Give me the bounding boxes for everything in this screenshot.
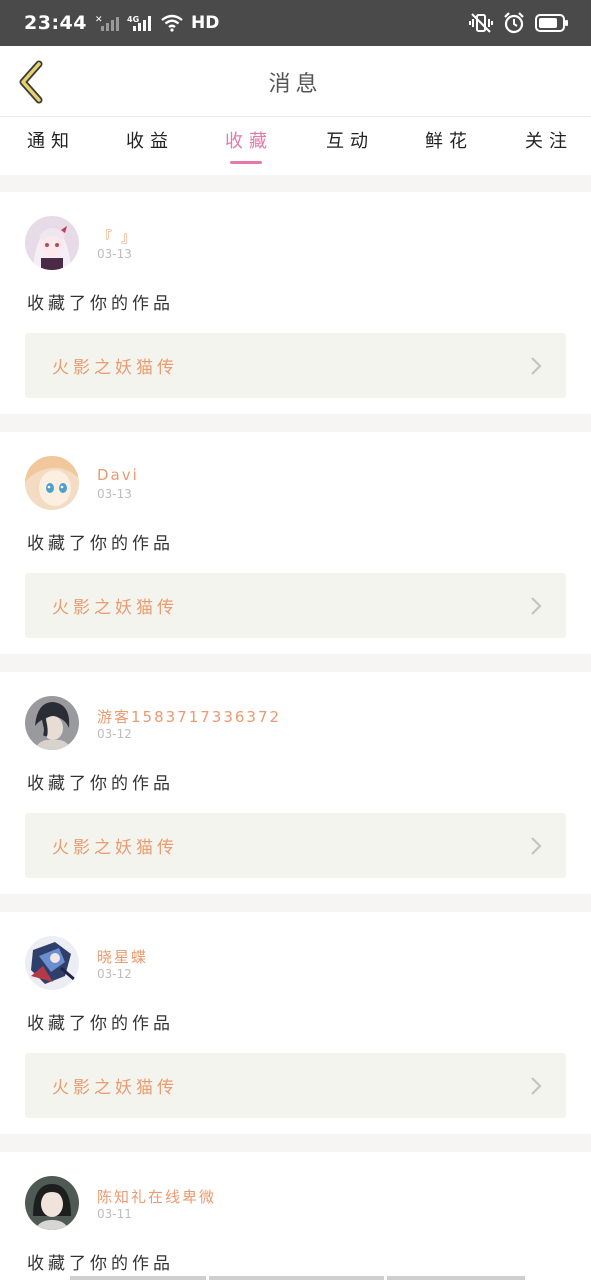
message-text: 收藏了你的作品 xyxy=(27,534,174,554)
message-date: 03-13 xyxy=(97,487,132,501)
username[interactable]: Davi xyxy=(97,466,139,484)
username[interactable]: 『 』 xyxy=(97,226,138,247)
message-text: 收藏了你的作品 xyxy=(27,1014,174,1034)
work-title: 火影之妖猫传 xyxy=(52,838,178,858)
message-card: 游客1583717336372 03-12 收藏了你的作品 火影之妖猫传 xyxy=(0,672,591,894)
work-title: 火影之妖猫传 xyxy=(52,1078,178,1098)
network-label: HD xyxy=(190,13,220,33)
vibrate-icon xyxy=(469,12,493,34)
battery-icon xyxy=(535,13,569,33)
message-text: 收藏了你的作品 xyxy=(27,294,174,314)
avatar[interactable] xyxy=(25,456,79,510)
message-card: 陈知礼在线卑微 03-11 收藏了你的作品 xyxy=(0,1152,591,1280)
alarm-icon xyxy=(503,12,525,34)
avatar[interactable] xyxy=(25,216,79,270)
message-text: 收藏了你的作品 xyxy=(27,774,174,794)
username[interactable]: 游客1583717336372 xyxy=(97,706,281,727)
avatar[interactable] xyxy=(25,936,79,990)
header-bar: 消息 xyxy=(0,46,591,117)
message-date: 03-11 xyxy=(97,1207,132,1221)
status-time: 23:44 xyxy=(24,12,87,34)
signal-x-icon: ✕ xyxy=(95,14,119,32)
chevron-right-icon xyxy=(531,357,542,375)
svg-text:✕: ✕ xyxy=(95,15,103,25)
chevron-right-icon xyxy=(531,837,542,855)
avatar[interactable] xyxy=(25,696,79,750)
message-card: 晓星蝶 03-12 收藏了你的作品 火影之妖猫传 xyxy=(0,912,591,1134)
wifi-icon xyxy=(161,14,183,32)
message-date: 03-12 xyxy=(97,727,132,741)
message-text: 收藏了你的作品 xyxy=(27,1254,174,1274)
message-card: Davi 03-13 收藏了你的作品 火影之妖猫传 xyxy=(0,432,591,654)
work-title: 火影之妖猫传 xyxy=(52,598,178,618)
username[interactable]: 陈知礼在线卑微 xyxy=(97,1186,216,1207)
status-bar: 23:44 ✕ 4G HD xyxy=(0,0,591,46)
tab-notifications[interactable]: 通知 xyxy=(27,127,75,153)
tab-favorites[interactable]: 收藏 xyxy=(225,127,273,153)
status-left: 23:44 ✕ 4G HD xyxy=(24,12,219,34)
message-date: 03-12 xyxy=(97,967,132,981)
work-link[interactable]: 火影之妖猫传 xyxy=(25,813,566,878)
work-link[interactable]: 火影之妖猫传 xyxy=(25,573,566,638)
work-link[interactable]: 火影之妖猫传 xyxy=(25,1053,566,1118)
home-indicator xyxy=(70,1276,525,1280)
chevron-right-icon xyxy=(531,1077,542,1095)
work-link[interactable]: 火影之妖猫传 xyxy=(25,333,566,398)
status-right xyxy=(469,12,569,34)
work-title: 火影之妖猫传 xyxy=(52,358,178,378)
signal-4g-icon: 4G xyxy=(127,14,153,32)
tab-earnings[interactable]: 收益 xyxy=(126,127,174,153)
svg-text:4G: 4G xyxy=(127,15,139,24)
message-card: 『 』 03-13 收藏了你的作品 火影之妖猫传 xyxy=(0,192,591,414)
tab-flowers[interactable]: 鲜花 xyxy=(425,127,473,153)
message-date: 03-13 xyxy=(97,247,132,261)
username[interactable]: 晓星蝶 xyxy=(97,946,148,967)
tab-interactions[interactable]: 互动 xyxy=(326,127,374,153)
tab-follows[interactable]: 关注 xyxy=(525,127,573,153)
page-title: 消息 xyxy=(268,72,323,97)
chevron-right-icon xyxy=(531,597,542,615)
active-tab-indicator xyxy=(230,161,262,164)
tab-bar: 通知 收益 收藏 互动 鲜花 关注 xyxy=(0,117,591,175)
avatar[interactable] xyxy=(25,1176,79,1230)
